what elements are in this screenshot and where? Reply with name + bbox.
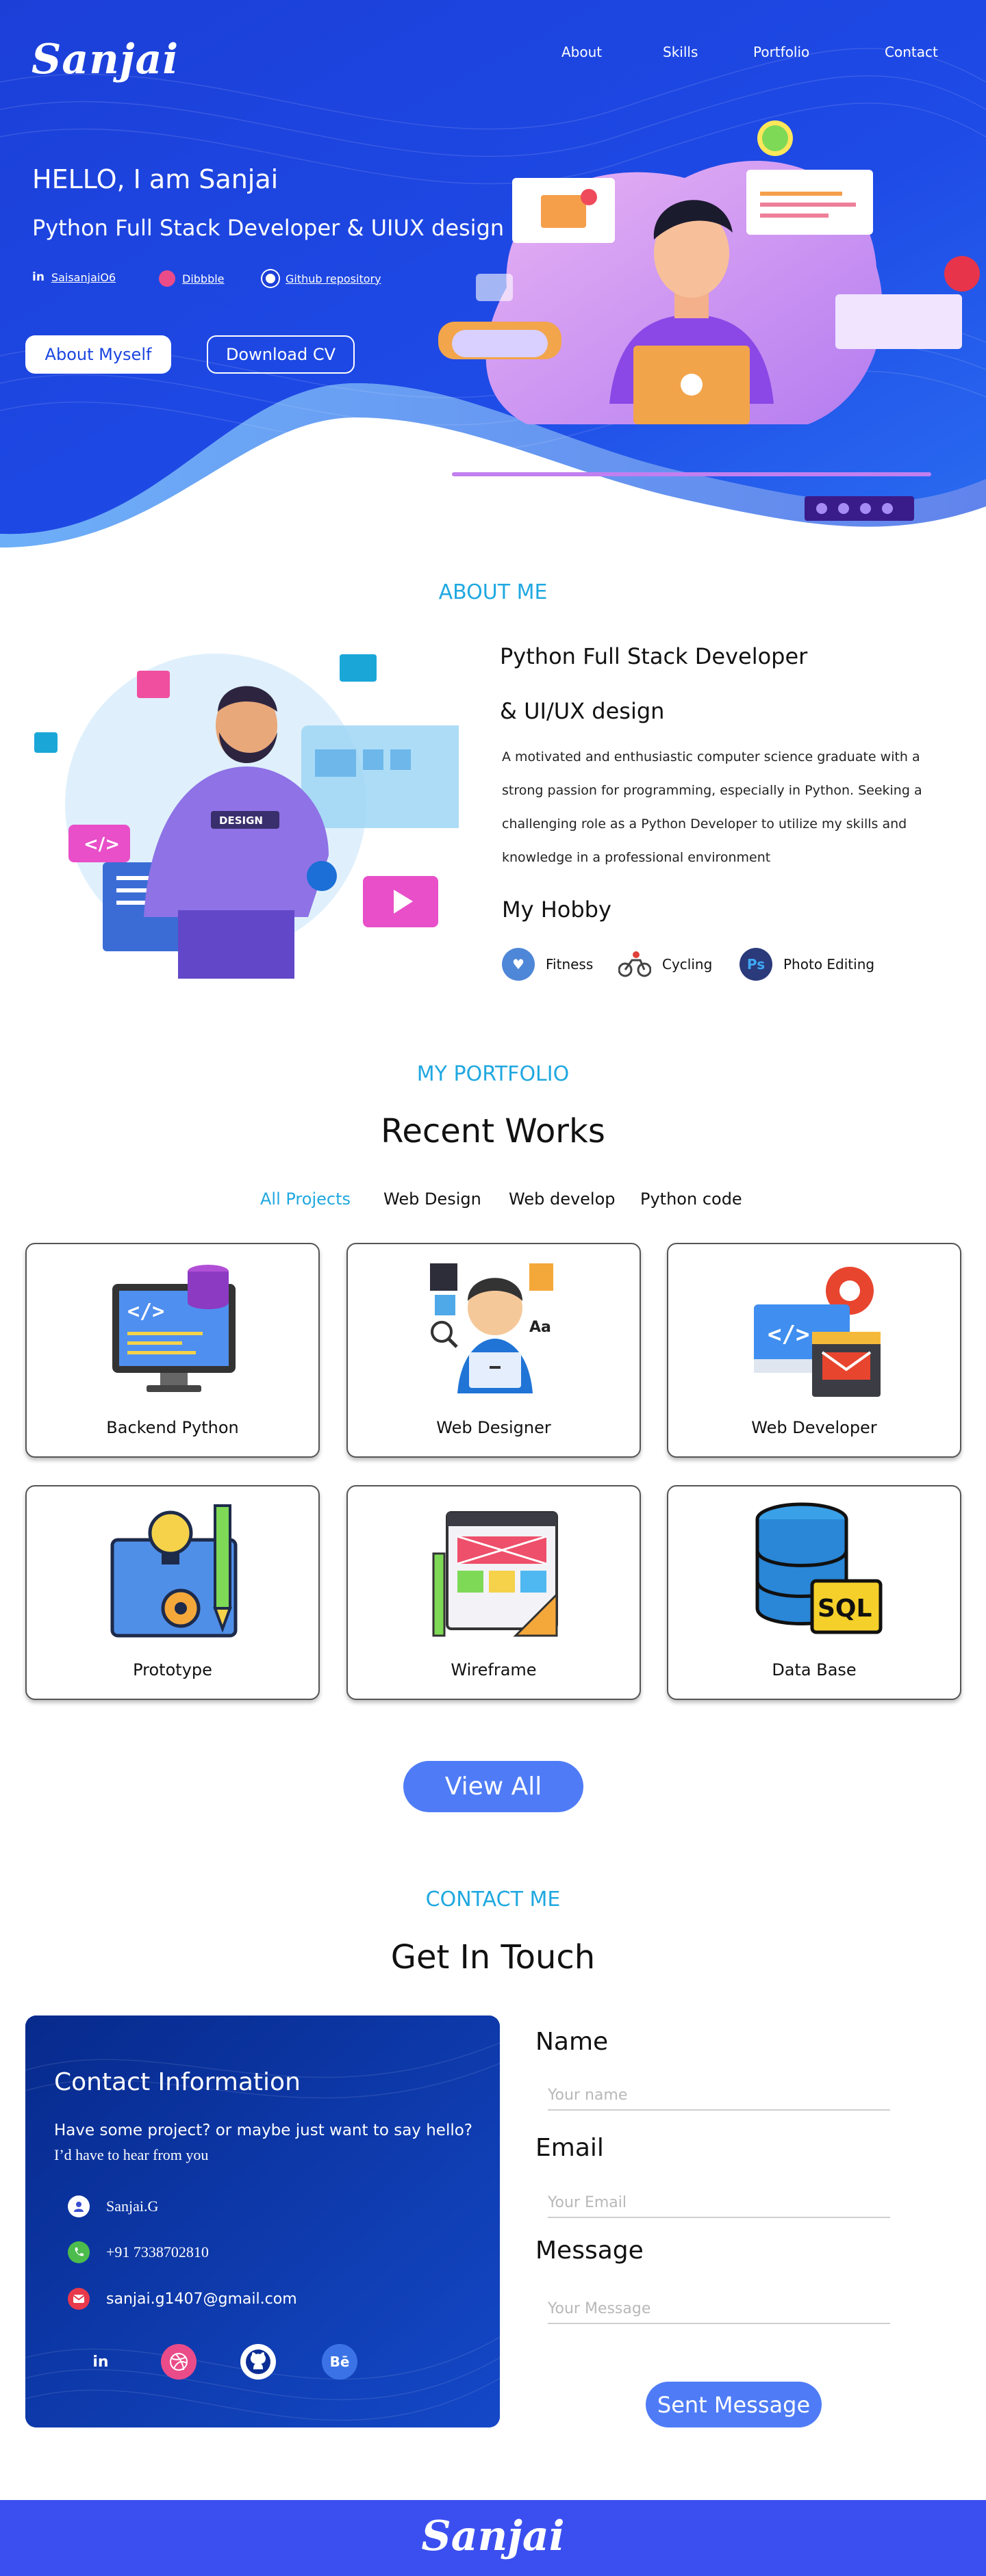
- nav-item-about[interactable]: About: [561, 44, 602, 60]
- linkedin-icon[interactable]: in: [83, 2344, 118, 2380]
- card-caption: Prototype: [133, 1660, 212, 1679]
- contact-email-row[interactable]: sanjai.g1407@gmail.com: [68, 2288, 297, 2310]
- filter-python-code[interactable]: Python code: [640, 1189, 742, 1209]
- portfolio-card-web-developer[interactable]: </> Web Developer: [667, 1243, 961, 1458]
- github-icon[interactable]: [240, 2344, 276, 2380]
- phone-icon: [68, 2241, 90, 2263]
- svg-text:</>: </>: [768, 1321, 809, 1348]
- contact-phone: +91 7338702810: [106, 2243, 209, 2261]
- contact-info-subtitle-line1: Have some project? or maybe just want to…: [54, 2122, 473, 2139]
- filter-all-projects[interactable]: All Projects: [260, 1189, 351, 1209]
- about-paragraph: A motivated and enthusiastic computer sc…: [502, 749, 922, 865]
- hobby-item-photo-editing: Ps Photo Editing: [740, 948, 874, 981]
- name-input[interactable]: [548, 2081, 890, 2111]
- social-link-label: Dibbble: [182, 272, 225, 285]
- hero-social-links: in SaisanjaiO6 Dibbble Github repository: [32, 270, 443, 291]
- dribbble-icon[interactable]: [161, 2344, 197, 2380]
- portfolio-card-database[interactable]: SQL Data Base: [667, 1485, 961, 1700]
- message-field-label: Message: [535, 2237, 644, 2265]
- nav-item-portfolio[interactable]: Portfolio: [753, 44, 809, 60]
- wireframe-icon: [432, 1511, 558, 1637]
- mail-icon: [68, 2288, 90, 2310]
- hobby-label: Cycling: [662, 956, 713, 973]
- web-developer-icon: </>: [754, 1267, 881, 1397]
- nav-item-skills[interactable]: Skills: [663, 44, 698, 60]
- contact-name: Sanjai.G: [106, 2198, 159, 2215]
- hobby-list: ♥ Fitness Cycling Ps Photo Editing: [502, 948, 981, 982]
- download-cv-button[interactable]: Download CV: [207, 335, 355, 374]
- portfolio-filters: All Projects Web Design Web develop Pyth…: [0, 1189, 986, 1214]
- github-icon: [262, 270, 279, 287]
- footer: Sanjai: [0, 2500, 986, 2576]
- prototype-icon: [110, 1504, 238, 1638]
- contact-name-row: Sanjai.G: [68, 2195, 158, 2217]
- hobby-title: My Hobby: [502, 897, 611, 923]
- social-link-github[interactable]: Github repository: [262, 270, 381, 287]
- filter-web-develop[interactable]: Web develop: [509, 1189, 616, 1209]
- svg-text:Aa: Aa: [529, 1319, 551, 1336]
- portfolio-card-wireframe[interactable]: Wireframe: [346, 1485, 641, 1700]
- social-link-dribbble[interactable]: Dibbble: [159, 270, 225, 287]
- about-myself-button[interactable]: About Myself: [25, 335, 171, 374]
- portfolio-card-web-designer[interactable]: Aa Web Designer: [346, 1243, 641, 1458]
- contact-phone-row[interactable]: +91 7338702810: [68, 2241, 209, 2263]
- hobby-label: Photo Editing: [783, 956, 875, 973]
- contact-info-subtitle: Have some project? or maybe just want to…: [54, 2118, 485, 2167]
- cycling-icon: [618, 948, 651, 981]
- card-caption: Wireframe: [451, 1660, 537, 1679]
- portfolio-card-backend-python[interactable]: </> Backend Python: [25, 1243, 320, 1458]
- social-link-linkedin[interactable]: in SaisanjaiO6: [32, 270, 116, 284]
- portfolio-card-prototype[interactable]: Prototype: [25, 1485, 320, 1700]
- sql-badge-text: SQL: [818, 1595, 872, 1623]
- name-field-label: Name: [535, 2028, 609, 2056]
- hobby-item-fitness: ♥ Fitness: [502, 948, 593, 981]
- main-nav: About Skills Portfolio Contact: [507, 44, 986, 64]
- filter-web-design[interactable]: Web Design: [383, 1189, 481, 1209]
- contact-title: Get In Touch: [390, 1938, 596, 1976]
- card-caption: Web Designer: [436, 1418, 551, 1437]
- hero-developer-illustration: [438, 120, 980, 521]
- fitness-icon: ♥: [502, 948, 535, 981]
- hero-section: Sanjai About Skills Portfolio Contact HE…: [0, 0, 986, 548]
- svg-text:DESIGN: DESIGN: [219, 814, 263, 827]
- email-field-label: Email: [535, 2134, 604, 2162]
- send-message-button[interactable]: Sent Message: [646, 2382, 822, 2427]
- contact-info-subtitle-line2: I’d have to hear from you: [54, 2146, 209, 2163]
- behance-icon[interactable]: Bē: [322, 2344, 357, 2380]
- linkedin-icon: in: [32, 270, 45, 284]
- brand-logo[interactable]: Sanjai: [31, 36, 179, 83]
- view-all-button[interactable]: View All: [403, 1761, 583, 1812]
- about-heading-line1: Python Full Stack Developer: [500, 643, 808, 669]
- hobby-item-cycling: Cycling: [618, 948, 712, 981]
- social-link-label: Github repository: [286, 272, 381, 285]
- contact-section-label: CONTACT ME: [425, 1888, 561, 1911]
- social-link-label: SaisanjaiO6: [51, 270, 116, 284]
- about-designer-illustration: </> DESIGN: [34, 654, 459, 979]
- about-heading-line2: & UI/UX design: [500, 698, 665, 724]
- person-icon: [68, 2195, 90, 2217]
- footer-logo[interactable]: Sanjai: [0, 2512, 986, 2560]
- card-caption: Data Base: [772, 1660, 857, 1679]
- email-input[interactable]: [548, 2188, 890, 2218]
- portfolio-title: Recent Works: [381, 1112, 605, 1150]
- web-designer-icon: Aa: [430, 1263, 553, 1393]
- nav-item-contact[interactable]: Contact: [885, 44, 938, 60]
- card-caption: Web Developer: [751, 1418, 877, 1437]
- card-caption: Backend Python: [106, 1418, 239, 1437]
- photoshop-icon: Ps: [740, 948, 772, 981]
- message-input[interactable]: [548, 2294, 890, 2324]
- backend-python-icon: </>: [112, 1265, 236, 1392]
- svg-text:</>: </>: [84, 834, 120, 855]
- hero-greeting: HELLO, I am Sanjai: [32, 164, 279, 194]
- hobby-label: Fitness: [546, 956, 594, 973]
- svg-text:</>: </>: [127, 1300, 164, 1324]
- contact-email: sanjai.g1407@gmail.com: [106, 2290, 297, 2308]
- about-section-label: ABOUT ME: [438, 580, 548, 604]
- database-icon: SQL: [755, 1502, 883, 1634]
- contact-info-title: Contact Information: [54, 2068, 301, 2096]
- contact-info-card: Contact Information Have some project? o…: [25, 2015, 500, 2427]
- portfolio-section-label: MY PORTFOLIO: [416, 1062, 570, 1086]
- dribbble-icon: [159, 270, 175, 287]
